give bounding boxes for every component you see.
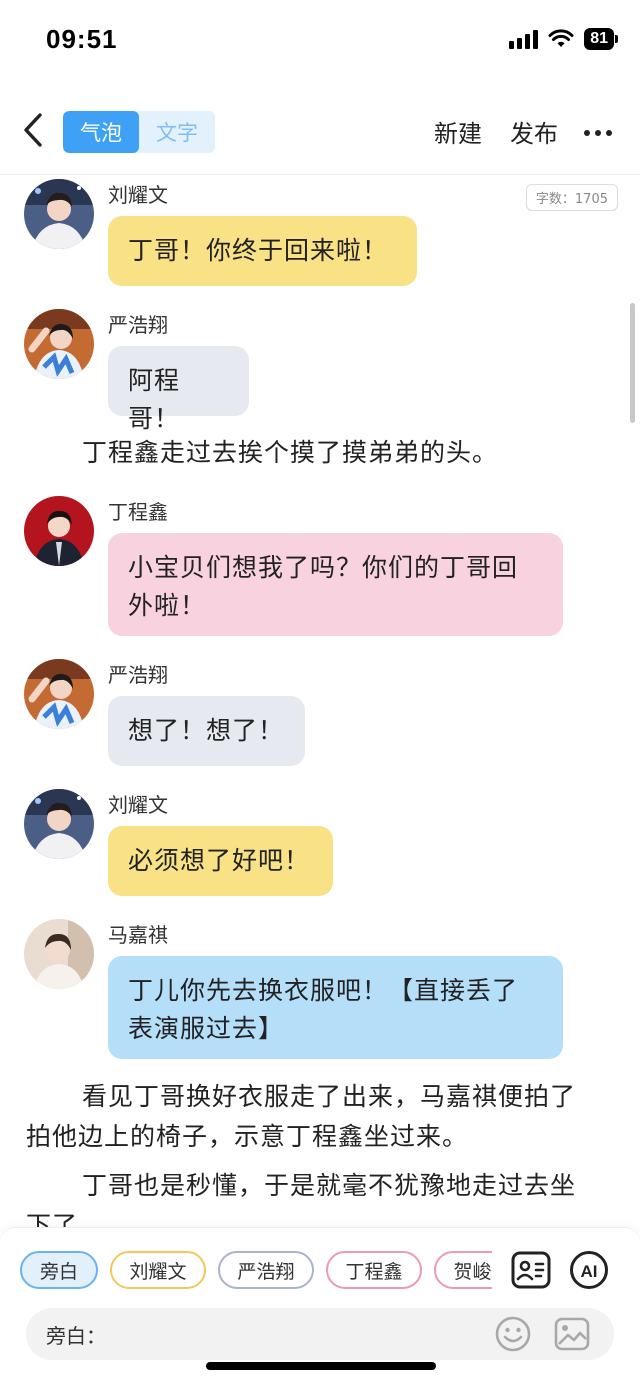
scrollbar[interactable] (630, 303, 635, 423)
role-chip[interactable]: 刘耀文 (110, 1251, 206, 1289)
nav-bar: 气泡 文字 新建 发布 (0, 98, 640, 168)
sender-name: 刘耀文 (108, 793, 168, 817)
image-button[interactable] (553, 1315, 591, 1353)
avatar[interactable] (24, 309, 94, 379)
tab-text[interactable]: 文字 (139, 111, 215, 153)
narration-text[interactable]: 看见丁哥换好衣服走了出来，马嘉祺便拍了拍他边上的椅子，示意丁程鑫坐过来。 (26, 1077, 596, 1157)
story-content[interactable]: 字数：1705 刘耀文 丁哥！你终于回来啦！ 严浩翔 阿程哥！ 丁程鑫走过去挨个… (0, 175, 640, 1227)
svg-text:AI: AI (581, 1262, 598, 1281)
chat-bubble[interactable]: 丁儿你先去换衣服吧！【直接丢了表演服过去】 (108, 956, 563, 1059)
narration-text[interactable]: 丁程鑫走过去挨个摸了摸弟弟的头。 (26, 433, 596, 473)
narration-text[interactable]: 丁哥也是秒懂，于是就毫不犹豫地走过去坐下了。 (26, 1166, 596, 1227)
sender-name: 严浩翔 (108, 313, 168, 337)
sender-name: 丁程鑫 (108, 500, 168, 524)
sender-name: 刘耀文 (108, 183, 168, 207)
avatar[interactable] (24, 659, 94, 729)
sender-name: 严浩翔 (108, 663, 168, 687)
chat-bubble[interactable]: 必须想了好吧！ (108, 826, 333, 896)
ai-icon: AI (570, 1251, 608, 1289)
image-icon (554, 1317, 590, 1351)
tab-bubble[interactable]: 气泡 (63, 111, 139, 153)
role-chip[interactable]: 丁程鑫 (326, 1251, 422, 1289)
status-time: 09:51 (46, 24, 118, 54)
ai-button[interactable]: AI (568, 1249, 610, 1291)
new-button[interactable]: 新建 (434, 114, 482, 149)
emoji-icon (495, 1316, 531, 1352)
wifi-icon (548, 29, 574, 47)
role-card-button[interactable] (510, 1249, 552, 1291)
role-selector[interactable]: 旁白刘耀文严浩翔丁程鑫贺峻霖 (20, 1251, 492, 1291)
mode-switch: 气泡 文字 (63, 111, 215, 153)
role-chip[interactable]: 严浩翔 (218, 1251, 314, 1289)
text-input-field[interactable]: 旁白： (26, 1308, 614, 1360)
role-chip-narrator[interactable]: 旁白 (20, 1251, 98, 1289)
back-icon (24, 113, 42, 147)
home-indicator[interactable] (206, 1362, 436, 1370)
chat-bubble[interactable]: 阿程哥！ (108, 346, 249, 433)
chat-bubble[interactable]: 小宝贝们想我了吗？你们的丁哥回外啦！ (108, 533, 563, 636)
publish-button[interactable]: 发布 (510, 114, 558, 149)
input-role-label: 旁白： (46, 1324, 106, 1348)
status-icons: 81 (509, 28, 618, 50)
emoji-button[interactable] (494, 1315, 532, 1353)
role-card-icon (511, 1251, 551, 1289)
chat-bubble[interactable]: 丁哥！你终于回来啦！ (108, 216, 417, 286)
back-button[interactable] (18, 110, 48, 150)
more-icon[interactable] (584, 130, 612, 136)
role-chip[interactable]: 贺峻霖 (434, 1251, 492, 1289)
avatar[interactable] (24, 919, 94, 989)
word-count-badge: 字数：1705 (525, 184, 618, 211)
avatar[interactable] (24, 496, 94, 566)
avatar[interactable] (24, 179, 94, 249)
battery-indicator: 81 (584, 28, 618, 50)
cellular-signal-icon (509, 29, 539, 49)
status-bar: 09:51 81 (0, 0, 640, 80)
sender-name: 马嘉祺 (108, 923, 168, 947)
avatar[interactable] (24, 789, 94, 859)
chat-bubble[interactable]: 想了！想了！ (108, 696, 305, 766)
